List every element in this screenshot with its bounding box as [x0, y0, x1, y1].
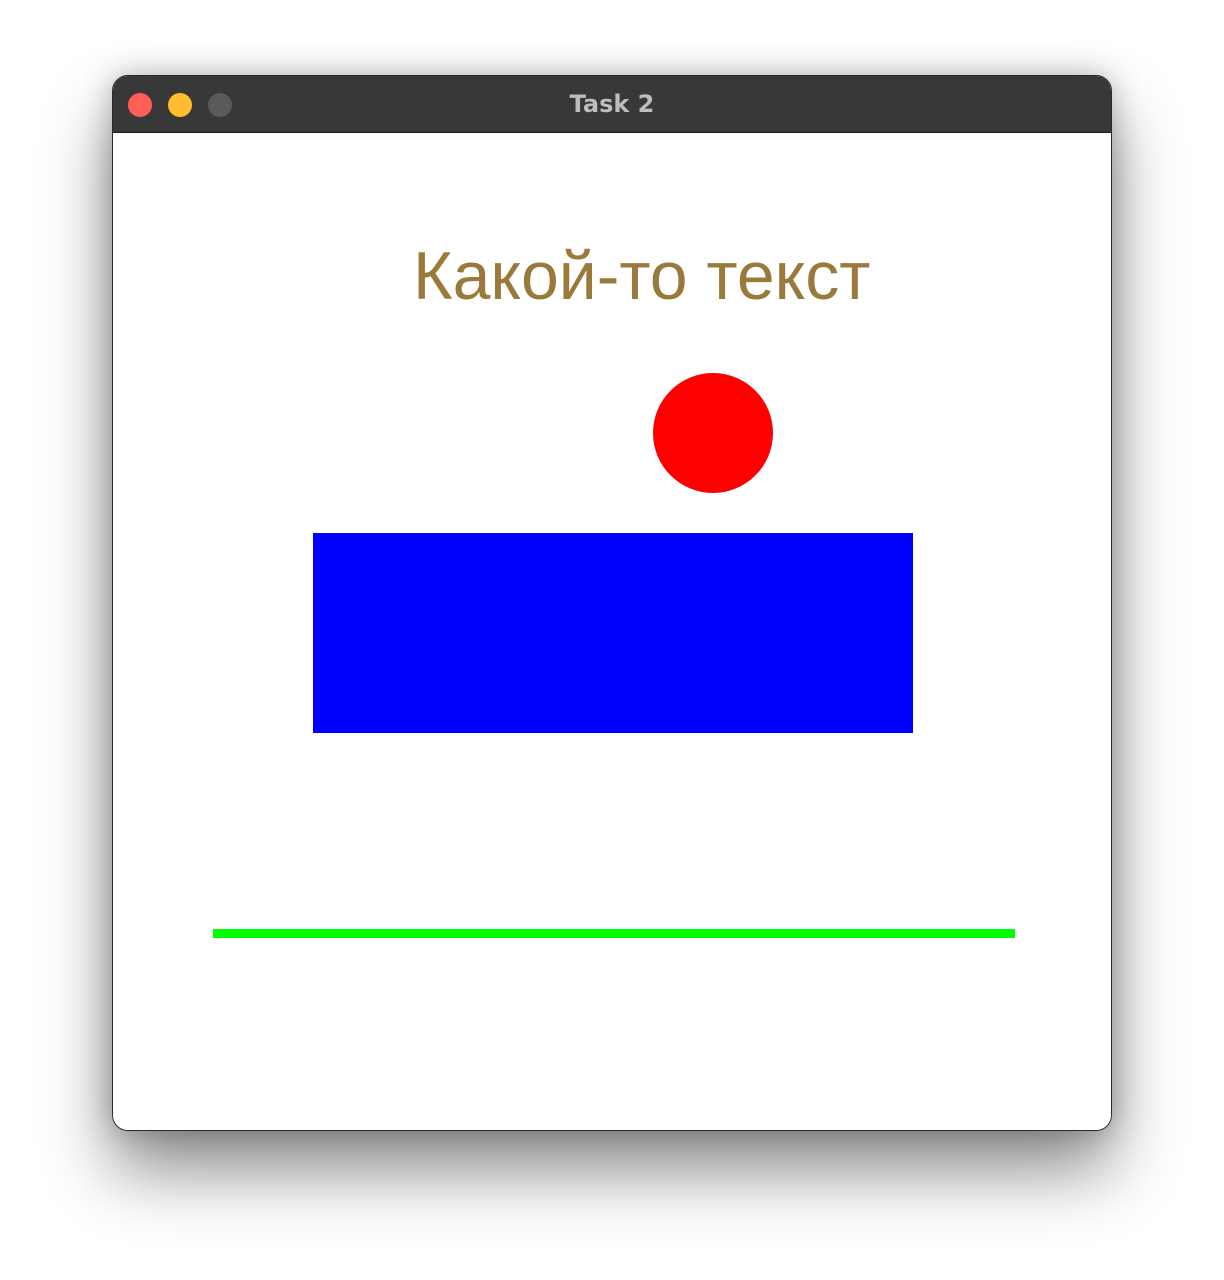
- blue-rectangle: [313, 533, 913, 733]
- canvas-text: Какой-то текст: [413, 238, 870, 314]
- app-window: Task 2 Какой-то текст: [112, 75, 1112, 1131]
- window-title: Task 2: [569, 90, 655, 118]
- canvas-drawing: Какой-то текст: [213, 238, 1015, 938]
- drawing-canvas: Какой-то текст: [113, 133, 1111, 1130]
- green-line: [213, 929, 1015, 938]
- title-bar[interactable]: Task 2: [113, 76, 1111, 133]
- red-circle: [653, 373, 773, 493]
